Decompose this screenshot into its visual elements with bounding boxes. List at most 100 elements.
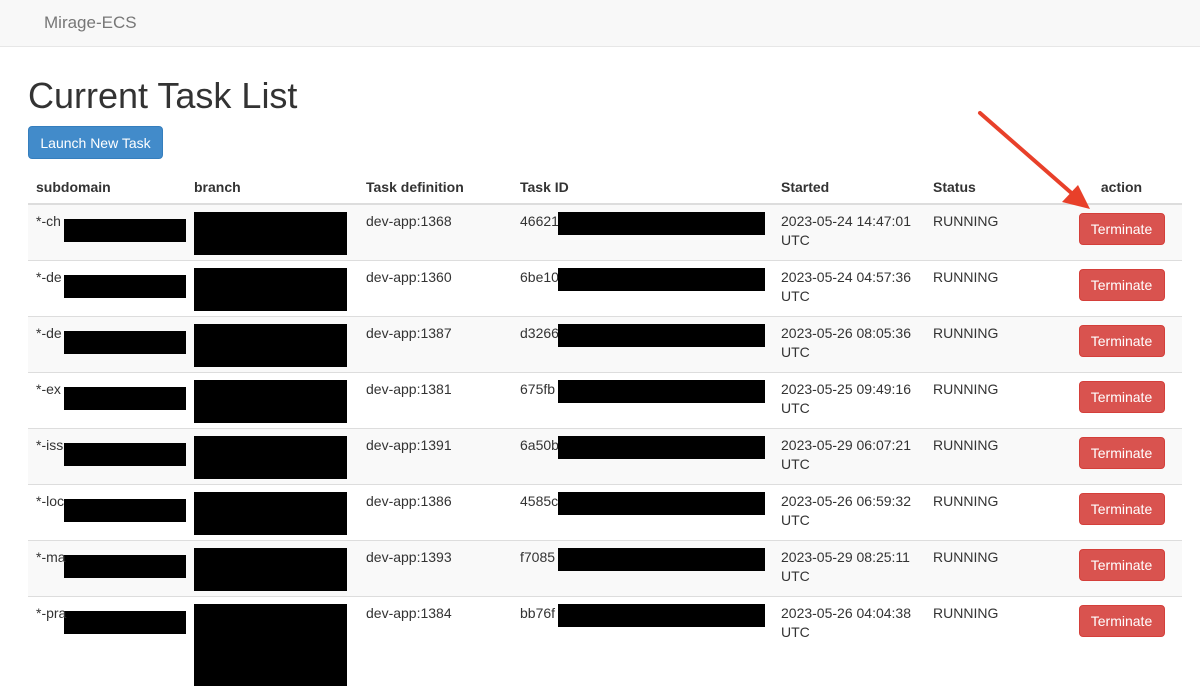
cell-task-definition: dev-app:1393 (358, 539, 512, 596)
redaction-box (558, 267, 765, 291)
cell-subdomain: *-de (28, 259, 186, 316)
redaction-box (194, 435, 347, 479)
header-action: action (1061, 171, 1182, 205)
terminate-button[interactable]: Terminate (1078, 268, 1165, 301)
started-timezone: UTC (781, 287, 810, 304)
started-datetime: 2023-05-25 09:49:16 (781, 380, 911, 397)
cell-task-id: 675fb (512, 371, 773, 428)
redaction-box (558, 212, 765, 235)
subdomain-text: *-ex (36, 380, 61, 397)
cell-branch (186, 203, 358, 260)
cell-branch (186, 371, 358, 428)
terminate-button[interactable]: Terminate (1078, 604, 1165, 637)
terminate-button[interactable]: Terminate (1078, 324, 1165, 357)
cell-status: RUNNING (925, 483, 1061, 540)
cell-started: 2023-05-26 06:59:32 UTC (773, 483, 925, 540)
cell-status: RUNNING (925, 371, 1061, 428)
cell-action: Terminate (1061, 483, 1182, 540)
task-id-text: 46621 (520, 213, 559, 229)
cell-started: 2023-05-26 08:05:36 UTC (773, 315, 925, 372)
cell-task-id: 6be10 (512, 259, 773, 316)
cell-action: Terminate (1061, 539, 1182, 596)
cell-subdomain: *-ma (28, 539, 186, 596)
cell-subdomain: *-pra (28, 595, 186, 686)
cell-status: RUNNING (925, 315, 1061, 372)
redaction-box (194, 323, 347, 367)
subdomain-text: *-de (36, 268, 62, 285)
subdomain-text: *-iss (36, 436, 64, 453)
started-timezone: UTC (781, 623, 810, 640)
cell-subdomain: *-iss (28, 427, 186, 484)
table-row: *-ex dev-app:1381 675fb 2023-05-25 09:49:16… (28, 371, 1182, 428)
cell-started: 2023-05-25 09:49:16 UTC (773, 371, 925, 428)
cell-task-id: f7085 (512, 539, 773, 596)
launch-new-task-button[interactable]: Launch New Task (28, 126, 163, 159)
terminate-button[interactable]: Terminate (1078, 548, 1165, 581)
cell-status: RUNNING (925, 539, 1061, 596)
cell-started: 2023-05-29 08:25:11 UTC (773, 539, 925, 596)
cell-task-definition: dev-app:1360 (358, 259, 512, 316)
cell-task-id: 4585c (512, 483, 773, 540)
task-id-text: 4585c (520, 492, 559, 509)
cell-branch (186, 595, 358, 686)
terminate-button[interactable]: Terminate (1078, 380, 1165, 413)
started-timezone: UTC (781, 399, 810, 416)
started-datetime: 2023-05-29 06:07:21 (781, 436, 911, 453)
brand-link[interactable]: Mirage-ECS (44, 13, 137, 33)
terminate-button[interactable]: Terminate (1078, 213, 1165, 245)
table-row: *-pra dev-app:1384 bb76f 2023-05-26 04:04:3… (28, 595, 1182, 686)
redaction-box (64, 610, 186, 634)
cell-task-id: d3266 (512, 315, 773, 372)
table-row: *-loc dev-app:1386 4585c 2023-05-26 06:59:3… (28, 483, 1182, 540)
redaction-box (64, 330, 186, 354)
cell-started: 2023-05-26 04:04:38 UTC (773, 595, 925, 686)
task-id-text: bb76f (520, 604, 556, 621)
task-table: subdomain branch Task definition Task ID… (28, 171, 1182, 686)
redaction-box (194, 267, 347, 311)
subdomain-text: *-ch (36, 213, 61, 229)
cell-task-definition: dev-app:1381 (358, 371, 512, 428)
cell-task-id: 6a50b (512, 427, 773, 484)
redaction-box (558, 435, 765, 459)
cell-action: Terminate (1061, 371, 1182, 428)
started-timezone: UTC (781, 567, 810, 584)
navbar: Mirage-ECS (0, 0, 1200, 47)
subdomain-text: *-de (36, 324, 62, 341)
cell-task-definition: dev-app:1387 (358, 315, 512, 372)
cell-started: 2023-05-24 04:57:36 UTC (773, 259, 925, 316)
cell-subdomain: *-ch (28, 203, 186, 260)
cell-action: Terminate (1061, 427, 1182, 484)
redaction-box (64, 442, 186, 466)
table-row: *-ch dev-app:1368 46621 2023-05-24 14:47:01… (28, 203, 1182, 260)
terminate-button[interactable]: Terminate (1078, 492, 1165, 525)
table-row: *-iss dev-app:1391 6a50b 2023-05-29 06:07:2… (28, 427, 1182, 484)
redaction-box (64, 274, 186, 298)
started-timezone: UTC (781, 455, 810, 472)
redaction-box (558, 603, 765, 627)
task-id-text: 675fb (520, 380, 556, 397)
redaction-box (194, 547, 347, 591)
task-id-text: 6a50b (520, 436, 559, 453)
cell-task-id: 46621 (512, 203, 773, 260)
cell-action: Terminate (1061, 595, 1182, 686)
page-title: Current Task List (28, 75, 298, 116)
table-row: *-ma dev-app:1393 f7085 2023-05-29 08:25:11… (28, 539, 1182, 596)
task-id-text: d3266 (520, 324, 559, 341)
cell-action: Terminate (1061, 203, 1182, 260)
subdomain-text: *-pra (36, 604, 67, 621)
cell-branch (186, 427, 358, 484)
cell-action: Terminate (1061, 315, 1182, 372)
cell-subdomain: *-de (28, 315, 186, 372)
cell-task-definition: dev-app:1386 (358, 483, 512, 540)
started-datetime: 2023-05-24 14:47:01 (781, 213, 911, 229)
terminate-button[interactable]: Terminate (1078, 436, 1165, 469)
cell-started: 2023-05-24 14:47:01 UTC (773, 203, 925, 260)
task-id-text: 6be10 (520, 268, 559, 285)
started-datetime: 2023-05-29 08:25:11 (781, 548, 910, 565)
redaction-box (64, 219, 186, 242)
header-status: Status (925, 171, 1061, 205)
started-timezone: UTC (781, 343, 810, 360)
redaction-box (64, 386, 186, 410)
cell-task-id: bb76f (512, 595, 773, 686)
cell-branch (186, 259, 358, 316)
